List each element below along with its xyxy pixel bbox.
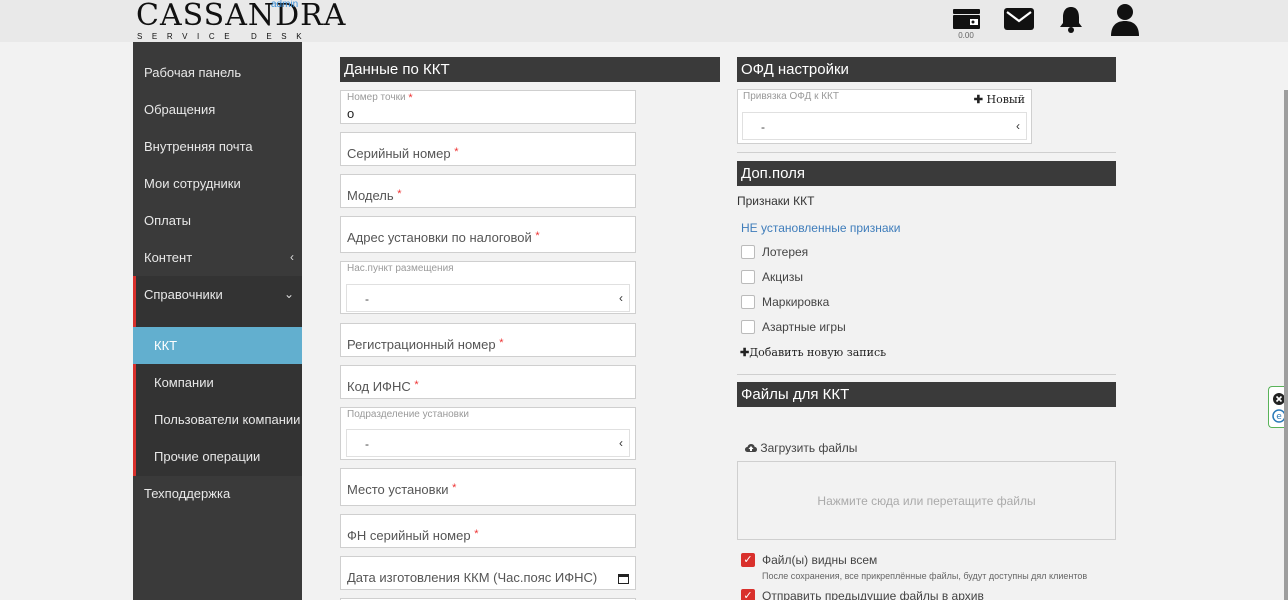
locality-select-group: Нас.пункт размещения - ‹: [340, 261, 636, 314]
kkt-section-title: Данные по ККТ: [340, 57, 720, 82]
wallet-icon[interactable]: [952, 8, 981, 30]
plus-icon: ✚: [973, 93, 983, 106]
point-number-value: о: [347, 106, 355, 121]
sidebar-item-payments[interactable]: Оплаты: [133, 202, 302, 239]
cloud-upload-icon: [745, 444, 757, 452]
chevron-left-icon: ‹: [619, 436, 623, 450]
install-place-field[interactable]: Место установки *: [340, 468, 636, 506]
fn-serial-field[interactable]: ФН серийный номер *: [340, 514, 636, 548]
ifns-code-field[interactable]: Код ИФНС *: [340, 365, 636, 399]
division-select[interactable]: - ‹: [346, 429, 630, 457]
sidebar: Рабочая панель Обращения Внутренняя почт…: [133, 42, 302, 600]
reg-number-field[interactable]: Регистрационный номер *: [340, 323, 636, 357]
checkbox[interactable]: [741, 245, 755, 259]
option-excise[interactable]: Акцизы: [741, 269, 803, 285]
files-section-title: Файлы для ККТ: [737, 382, 1116, 407]
checkbox-checked[interactable]: ✓: [741, 589, 755, 600]
option-lottery[interactable]: Лотерея: [741, 244, 808, 260]
sidebar-item-companies[interactable]: Компании: [133, 364, 302, 401]
kkt-signs-label: Признаки ККТ: [737, 194, 815, 208]
extra-fields-title: Доп.поля: [737, 161, 1116, 186]
user-icon[interactable]: [1110, 3, 1140, 36]
wallet-balance: 0.00: [958, 31, 974, 40]
logo[interactable]: CASSANDRA SERVICE DESK admin: [136, 0, 345, 42]
user-role-label: admin: [271, 0, 299, 10]
file-drop-zone[interactable]: Нажмите сюда или перетащите файлы: [737, 461, 1116, 540]
calendar-icon[interactable]: [618, 573, 629, 584]
scrollbar[interactable]: [1284, 90, 1288, 600]
sidebar-item-employees[interactable]: Мои сотрудники: [133, 165, 302, 202]
logo-text: CASSANDRA: [136, 0, 347, 33]
checkbox-checked[interactable]: ✓: [741, 553, 755, 567]
send-archive-option[interactable]: ✓ Отправить предыдущие файлы в архив: [741, 588, 984, 600]
upload-files-button[interactable]: Загрузить файлы: [745, 441, 857, 455]
locality-select[interactable]: - ‹: [346, 284, 630, 312]
new-ofd-link[interactable]: ✚ Новый: [974, 93, 1025, 106]
sidebar-item-directories[interactable]: Справочники ⌄: [133, 276, 302, 313]
logo-subtitle: SERVICE DESK: [137, 32, 312, 41]
divider: [737, 374, 1116, 375]
checkbox[interactable]: [741, 320, 755, 334]
ofd-select[interactable]: - ‹: [742, 112, 1027, 140]
divider: [737, 152, 1116, 153]
svg-text:e: e: [1276, 412, 1282, 422]
chevron-left-icon: ‹: [619, 291, 623, 305]
checkbox[interactable]: [741, 295, 755, 309]
manufacture-date-field[interactable]: Дата изготовления ККМ (Час.пояс ИФНС): [340, 556, 636, 590]
sidebar-item-dashboard[interactable]: Рабочая панель: [133, 54, 302, 91]
mail-icon[interactable]: [1004, 8, 1034, 30]
chevron-left-icon: ‹: [1016, 119, 1020, 133]
sidebar-item-company-users[interactable]: Пользователи компании: [133, 401, 302, 438]
chevron-down-icon: ⌄: [283, 287, 294, 301]
ofd-section-title: ОФД настройки: [737, 57, 1116, 82]
not-set-signs-link[interactable]: НЕ установленные признаки: [741, 221, 901, 235]
option-gambling[interactable]: Азартные игры: [741, 319, 846, 335]
sidebar-item-content[interactable]: Контент ‹: [133, 239, 302, 276]
sidebar-item-other-operations[interactable]: Прочие операции: [133, 438, 302, 475]
add-record-link[interactable]: ✚Добавить новую запись: [740, 346, 886, 359]
serial-number-field[interactable]: Серийный номер *: [340, 132, 636, 166]
sidebar-item-support[interactable]: Техподдержка: [133, 475, 302, 512]
files-visible-note: После сохранения, все прикреплённые файл…: [762, 571, 1088, 581]
checkbox[interactable]: [741, 270, 755, 284]
chevron-left-icon: ‹: [290, 250, 294, 264]
sidebar-item-internal-mail[interactable]: Внутренняя почта: [133, 128, 302, 165]
sidebar-item-requests[interactable]: Обращения: [133, 91, 302, 128]
point-number-field[interactable]: Номер точки * о: [340, 90, 636, 124]
option-marking[interactable]: Маркировка: [741, 294, 829, 310]
model-field[interactable]: Модель *: [340, 174, 636, 208]
top-header: CASSANDRA SERVICE DESK admin 0.00: [0, 0, 1288, 42]
ofd-binding-group: Привязка ОФД к ККТ ✚ Новый - ‹: [737, 89, 1032, 144]
bell-icon[interactable]: [1058, 5, 1084, 33]
division-select-group: Подразделение установки - ‹: [340, 407, 636, 460]
files-visible-all-option[interactable]: ✓ Файл(ы) видны всем: [741, 552, 877, 568]
sidebar-item-kkt[interactable]: ККТ: [133, 327, 302, 364]
plus-icon: ✚: [740, 346, 750, 359]
tax-address-field[interactable]: Адрес установки по налоговой *: [340, 216, 636, 253]
